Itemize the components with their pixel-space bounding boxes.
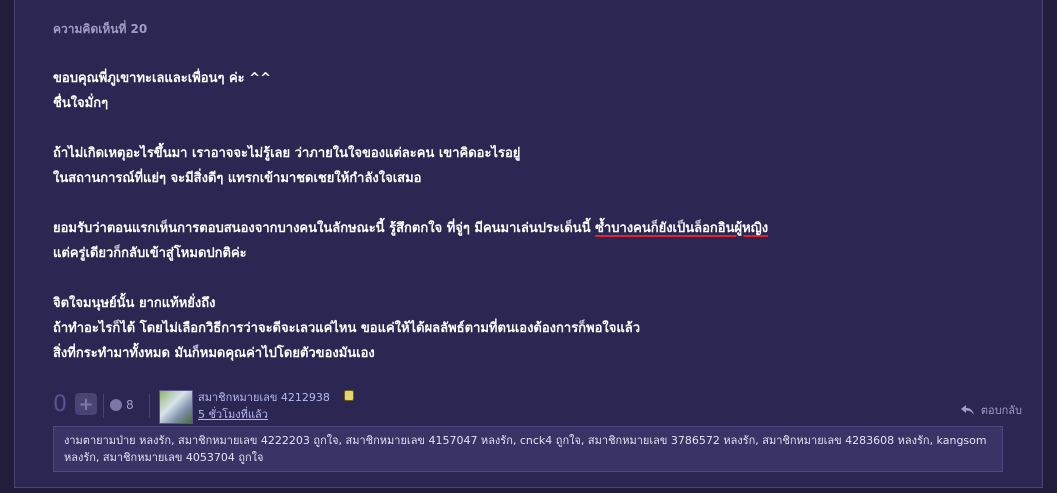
comment-line-highlighted: ยอมรับว่าตอนแรกเห็นการตอบสนองจากบางคนในล… [53, 216, 1013, 241]
comment-body: ขอบคุณพี่ภูเขาทะเลและเพื่อนๆ ค่ะ ^^ ชื่น… [53, 66, 1013, 366]
comment-line: ขอบคุณพี่ภูเขาทะเลและเพื่อนๆ ค่ะ ^^ [53, 71, 271, 86]
divider [103, 394, 104, 418]
avatar[interactable] [159, 390, 193, 424]
comment-line: ถ้าไม่เกิดเหตุอะไรขึ้นมา เราอาจจะไม่รู้เ… [53, 146, 521, 161]
comment-line [53, 191, 1013, 216]
divider [149, 394, 150, 418]
member-badge-icon [344, 390, 354, 401]
comment-line: สิ่งที่กระทำมาทั้งหมด มันก็หมดคุณค่าไปโด… [53, 346, 375, 361]
reply-button[interactable]: ตอบกลับ [960, 401, 1022, 419]
comment-line: จิตใจมนุษย์นั้น ยากแท้หยั่งถึง [53, 296, 216, 311]
timestamp-link[interactable]: 5 ชั่วโมงที่แล้ว [198, 405, 268, 423]
comment-line [53, 116, 1013, 141]
reactions-box: งามตายามป่าย หลงรัก, สมาชิกหมายเลข 42222… [53, 426, 1003, 472]
reply-arrow-icon [960, 405, 974, 415]
plus-vote-button[interactable]: + [75, 393, 97, 415]
comment-line: ถ้าทำอะไรก็ได้ โดยไม่เลือกวิธีการว่าจะดี… [53, 321, 641, 336]
comment-line [53, 266, 1013, 291]
comment-number: ความคิดเห็นที่ 20 [53, 22, 148, 36]
comment-footer: 0 + 8 สมาชิกหมายเลข 4212938 5 ชั่วโมงที่… [53, 388, 1022, 424]
comment-line: ในสถานการณ์ที่แย่ๆ จะมีสิ่งดีๆ แทรกเข้าม… [53, 171, 422, 186]
comment-line: ชื่นใจมั่กๆ [53, 96, 109, 111]
comment-line: แต่ครู่เดียวก็กลับเข้าสู่โหมดปกติค่ะ [53, 246, 247, 261]
emotion-count[interactable]: 8 [126, 394, 134, 416]
comment-line-prefix: ยอมรับว่าตอนแรกเห็นการตอบสนองจากบางคนในล… [53, 221, 596, 236]
vote-count: 0 [53, 392, 67, 417]
user-name-link[interactable]: สมาชิกหมายเลข 4212938 [198, 388, 330, 406]
comment-card: ความคิดเห็นที่ 20 ขอบคุณพี่ภูเขาทะเลและเ… [14, 0, 1043, 488]
emotion-icon[interactable] [110, 399, 122, 411]
reply-label: ตอบกลับ [980, 404, 1022, 417]
highlighted-phrase: ซ้ำบางคนก็ยังเป็นล็อกอินผู้หญิง [595, 221, 769, 236]
